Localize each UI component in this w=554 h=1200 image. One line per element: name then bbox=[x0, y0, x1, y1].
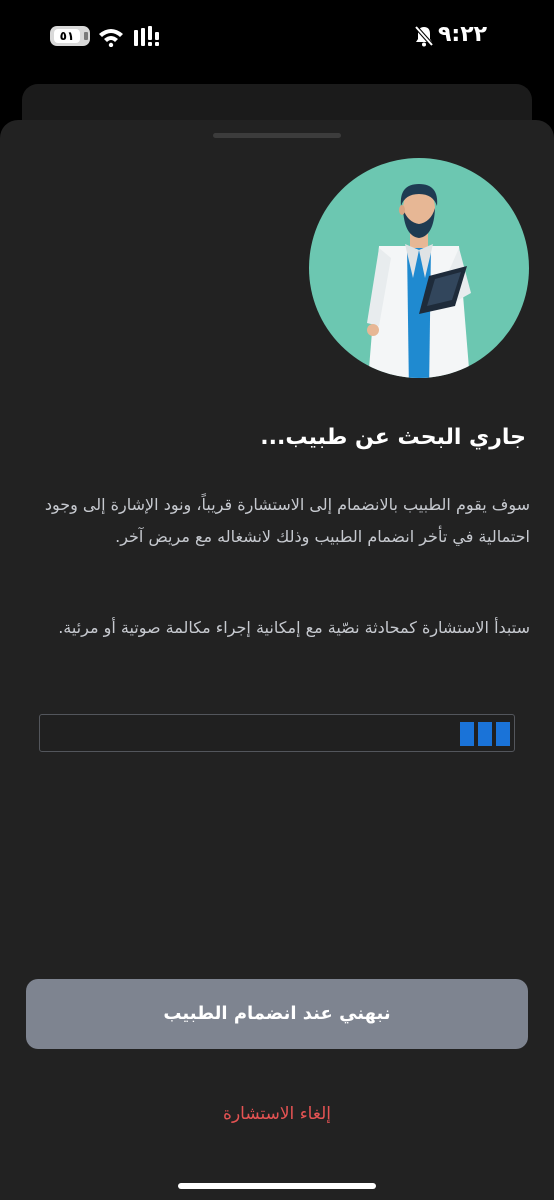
progress-segment bbox=[478, 722, 492, 746]
search-progress-bar bbox=[39, 714, 515, 752]
consultation-mode-notice: ستبدأ الاستشارة كمحادثة نصّية مع إمكانية… bbox=[58, 618, 530, 637]
status-time: ٩:٢٢ bbox=[438, 22, 488, 47]
wifi-icon bbox=[99, 29, 123, 47]
searching-title: جاري البحث عن طبيب... bbox=[260, 425, 526, 450]
status-bar: ٥١ ٩:٢٢ bbox=[0, 0, 554, 72]
progress-segment bbox=[496, 722, 510, 746]
cellular-signal-icon bbox=[134, 26, 159, 46]
battery-level: ٥١ bbox=[54, 29, 80, 43]
progress-fill bbox=[460, 722, 510, 746]
bell-muted-icon bbox=[414, 25, 434, 47]
join-delay-notice: سوف يقوم الطبيب بالانضمام إلى الاستشارة … bbox=[44, 495, 530, 546]
doctor-illustration bbox=[309, 158, 529, 378]
cancel-consultation-link[interactable]: إلغاء الاستشارة bbox=[0, 1104, 554, 1124]
notify-when-doctor-joins-button[interactable]: نبهني عند انضمام الطبيب bbox=[26, 979, 528, 1049]
home-indicator[interactable] bbox=[178, 1183, 376, 1189]
sheet-grabber-handle[interactable] bbox=[213, 133, 341, 138]
battery-icon: ٥١ bbox=[50, 26, 90, 46]
progress-segment bbox=[460, 722, 474, 746]
